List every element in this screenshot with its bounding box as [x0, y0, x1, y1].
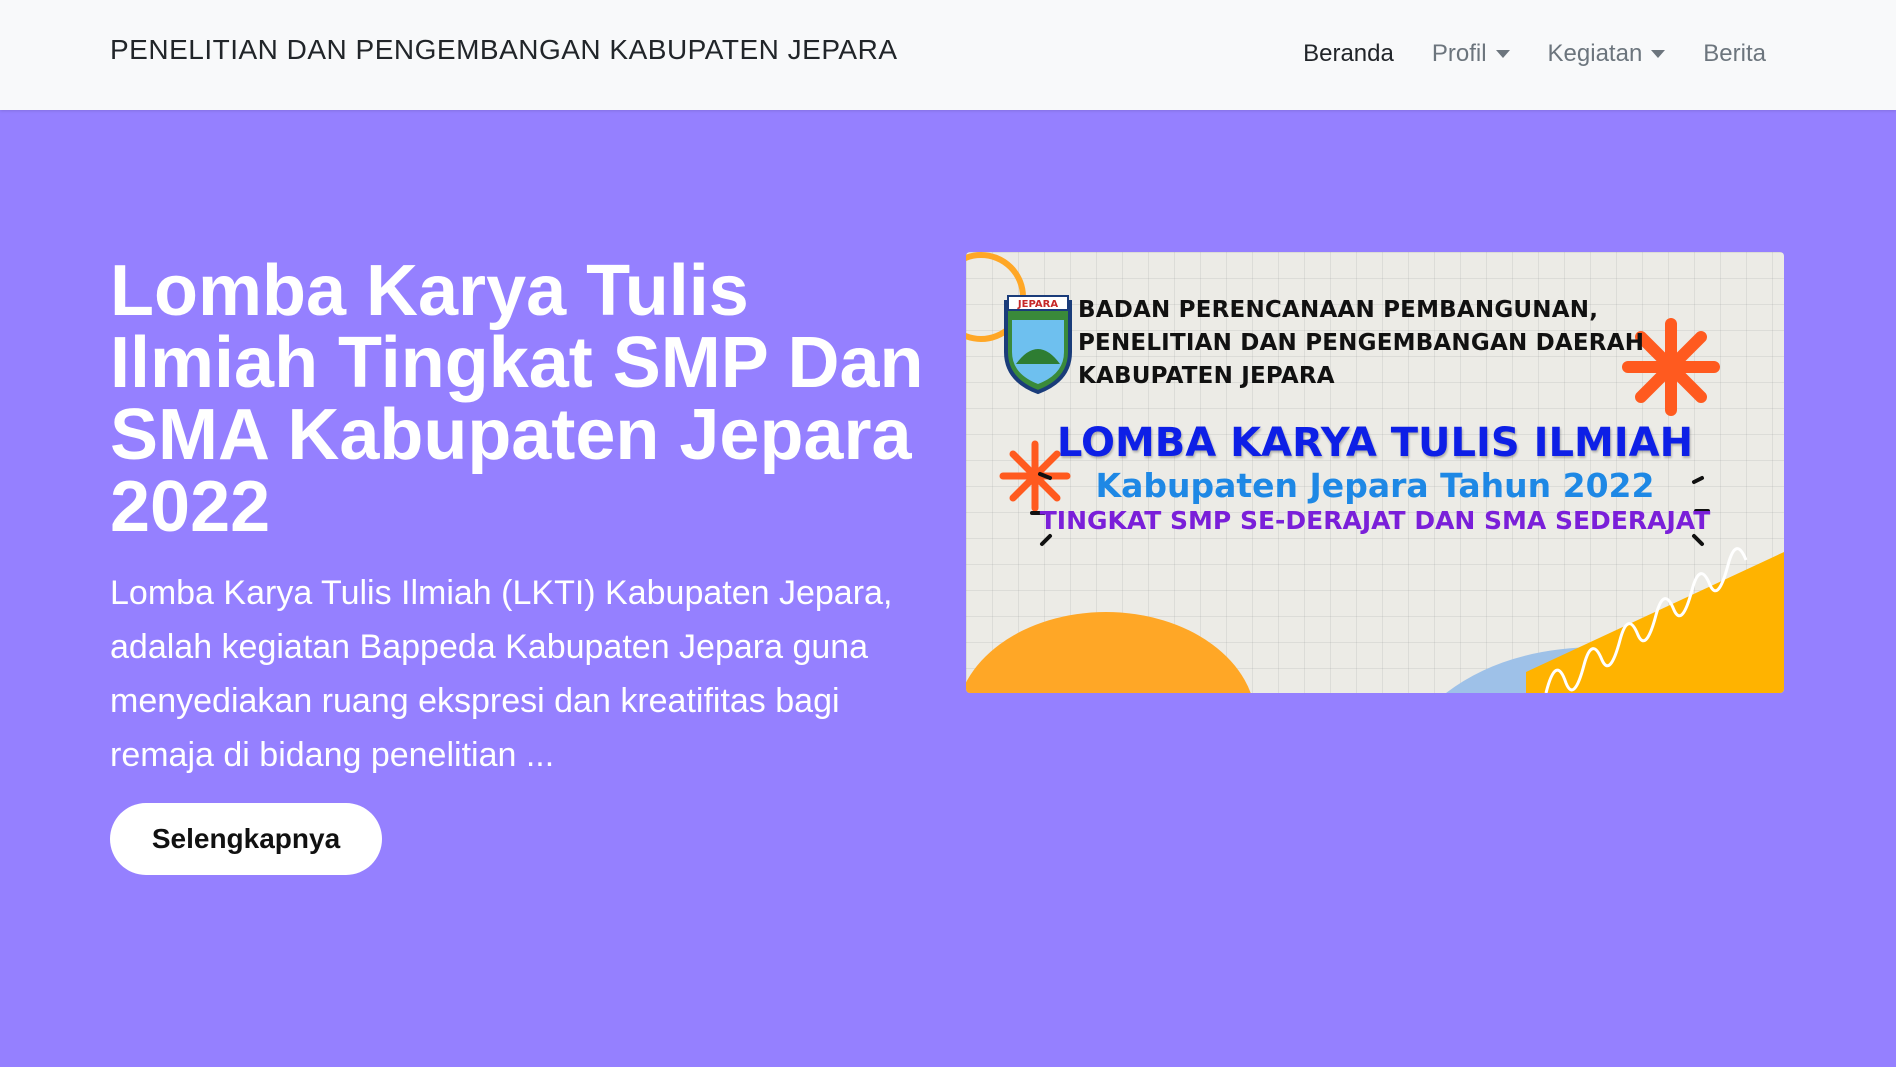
hero-title: Lomba Karya Tulis Ilmiah Tingkat SMP Dan…	[110, 251, 924, 547]
read-more-button[interactable]: Selengkapnya	[110, 803, 382, 875]
banner-level: TINGKAT SMP SE-DERAJAT DAN SMA SEDERAJAT	[1039, 506, 1711, 535]
nav-item-berita[interactable]: Berita	[1703, 40, 1766, 68]
navbar: PENELITIAN DAN PENGEMBANGAN KABUPATEN JE…	[0, 0, 1896, 110]
caret-down-icon	[1651, 50, 1666, 58]
nav-item-label: Kegiatan	[1547, 40, 1643, 67]
caret-down-icon	[1495, 50, 1510, 58]
org-line: BADAN PERENCANAAN PEMBANGUNAN,	[1078, 297, 1599, 323]
nav-item-label: Berita	[1703, 40, 1766, 67]
nav-item-label: Beranda	[1303, 40, 1394, 67]
navbar-brand[interactable]: PENELITIAN DAN PENGEMBANGAN KABUPATEN JE…	[110, 34, 898, 66]
event-banner-image[interactable]: JEPARA BADAN PERENCANAAN PEMBANGUNAN, PE…	[966, 252, 1784, 693]
jepara-crest-icon: JEPARA	[1004, 295, 1072, 395]
blob-decoration	[966, 612, 1251, 693]
nav-item-label: Profil	[1431, 40, 1487, 67]
crest-label: JEPARA	[1017, 299, 1058, 310]
org-line: PENELITIAN DAN PENGEMBANGAN DAERAH	[1078, 330, 1645, 356]
nav-item-beranda[interactable]: Beranda	[1303, 40, 1394, 68]
banner-organization: BADAN PERENCANAAN PEMBANGUNAN, PENELITIA…	[1078, 294, 1678, 393]
org-line: KABUPATEN JEPARA	[1078, 363, 1335, 389]
banner-title: LOMBA KARYA TULIS ILMIAH	[1056, 420, 1694, 466]
nav-menu: Beranda Profil Kegiatan Berita	[1303, 40, 1766, 68]
banner-subtitle: Kabupaten Jepara Tahun 2022	[1095, 466, 1655, 505]
hero-description: Lomba Karya Tulis Ilmiah (LKTI) Kabupate…	[110, 574, 893, 774]
nav-item-kegiatan[interactable]: Kegiatan	[1548, 40, 1666, 68]
nav-item-profil[interactable]: Profil	[1432, 40, 1510, 68]
